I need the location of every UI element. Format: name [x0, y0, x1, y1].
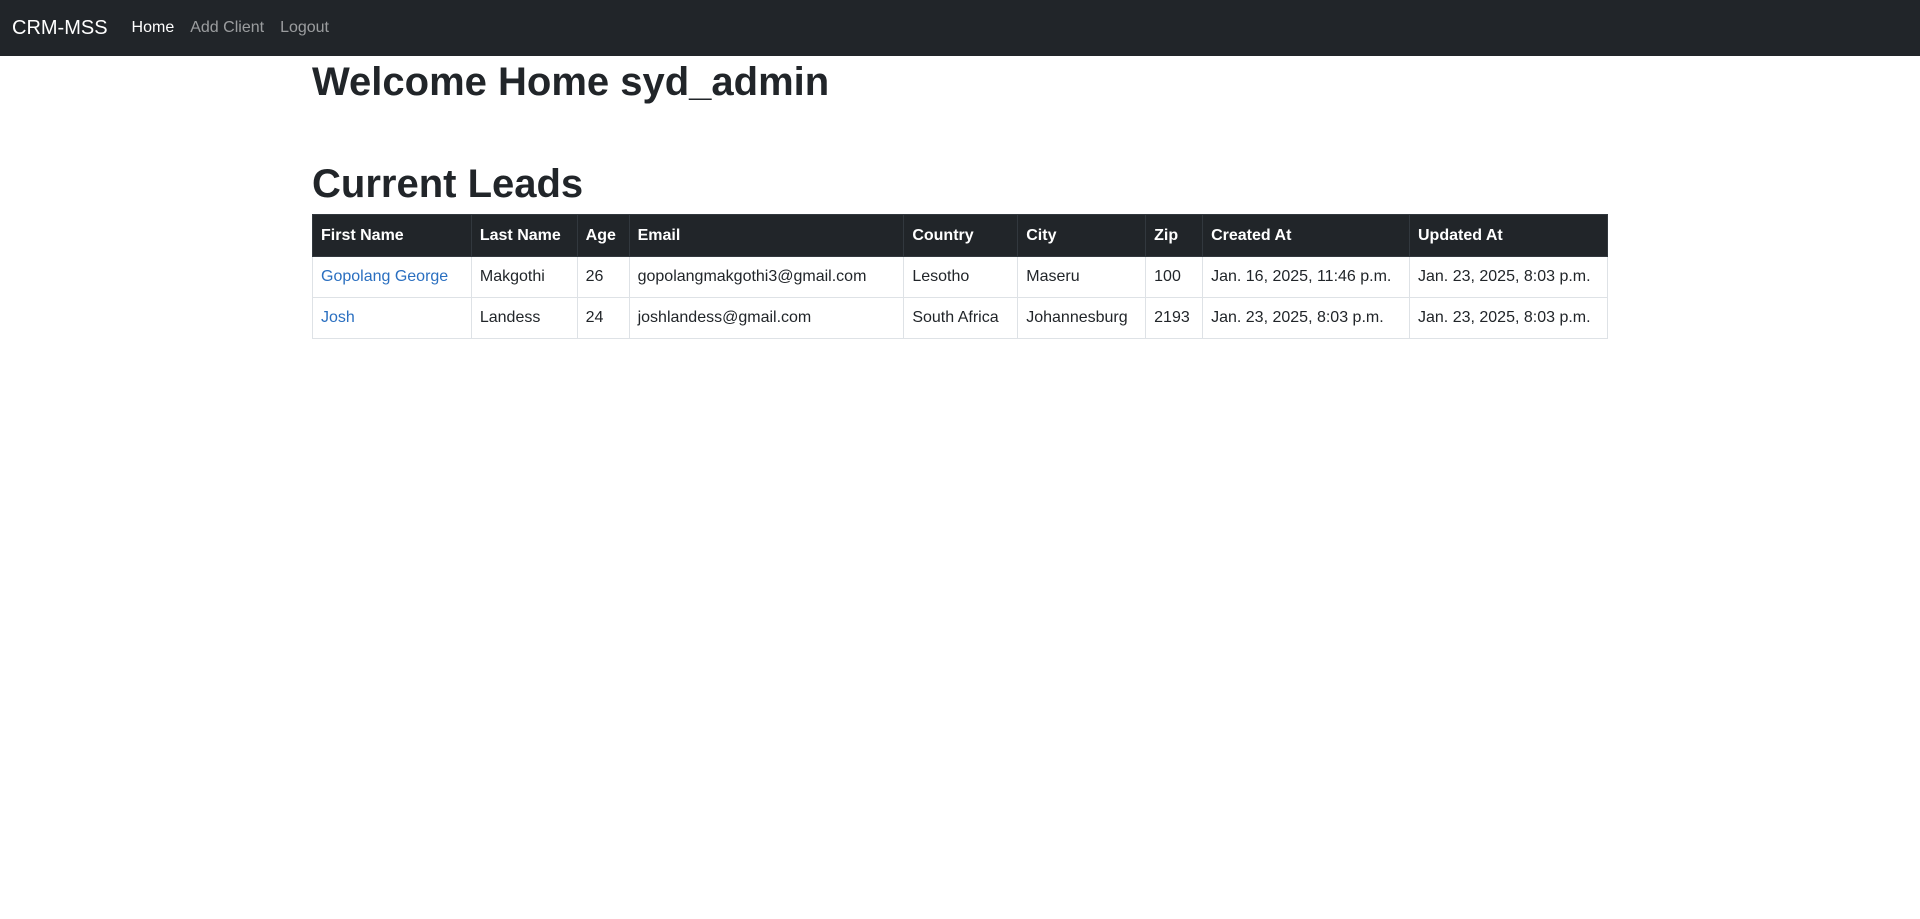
lead-name-link[interactable]: Gopolang George: [321, 268, 448, 285]
leads-title: Current Leads: [312, 162, 584, 206]
brand-link[interactable]: CRM-MSS: [12, 17, 108, 40]
cell-zip: 100: [1145, 256, 1204, 298]
header-last-name: Last Name: [470, 214, 578, 257]
cell-city: Maseru: [1017, 256, 1147, 298]
header-created-at: Created At: [1202, 214, 1410, 257]
table-header-row: First Name Last Name Age Email Country C…: [312, 214, 1608, 257]
nav-link-add-client[interactable]: Add Client: [190, 19, 264, 37]
welcome-heading: Welcome Home syd_admin: [312, 60, 830, 104]
table-row: Gopolang George Makgothi 26 gopolangmakg…: [312, 256, 1608, 298]
cell-age: 24: [576, 297, 630, 339]
cell-updated-at: Jan. 23, 2025, 8:03 p.m.: [1409, 256, 1608, 298]
lead-name-link[interactable]: Josh: [321, 309, 355, 326]
header-city: City: [1017, 214, 1147, 257]
top-navbar: CRM-MSS Home Add Client Logout: [0, 0, 1920, 56]
nav-link-home[interactable]: Home: [132, 19, 175, 37]
header-first-name: First Name: [312, 214, 472, 257]
header-zip: Zip: [1145, 214, 1204, 257]
cell-updated-at: Jan. 23, 2025, 8:03 p.m.: [1409, 297, 1608, 339]
cell-created-at: Jan. 23, 2025, 8:03 p.m.: [1202, 297, 1410, 339]
cell-country: South Africa: [903, 297, 1019, 339]
header-age: Age: [576, 214, 630, 257]
cell-first-name: Gopolang George: [312, 256, 472, 298]
cell-created-at: Jan. 16, 2025, 11:46 p.m.: [1202, 256, 1410, 298]
cell-first-name: Josh: [312, 297, 472, 339]
cell-last-name: Makgothi: [470, 256, 578, 298]
header-updated-at: Updated At: [1409, 214, 1608, 257]
main-container: Welcome Home syd_admin Current Leads Fir…: [312, 56, 1608, 339]
nav-link-logout[interactable]: Logout: [280, 19, 329, 37]
cell-age: 26: [576, 256, 630, 298]
header-email: Email: [628, 214, 905, 257]
cell-email: gopolangmakgothi3@gmail.com: [628, 256, 905, 298]
table-row: Josh Landess 24 joshlandess@gmail.com So…: [312, 297, 1608, 339]
cell-zip: 2193: [1145, 297, 1204, 339]
header-country: Country: [903, 214, 1019, 257]
cell-last-name: Landess: [470, 297, 578, 339]
cell-email: joshlandess@gmail.com: [628, 297, 905, 339]
leads-table: First Name Last Name Age Email Country C…: [312, 214, 1608, 339]
cell-country: Lesotho: [903, 256, 1019, 298]
cell-city: Johannesburg: [1017, 297, 1147, 339]
